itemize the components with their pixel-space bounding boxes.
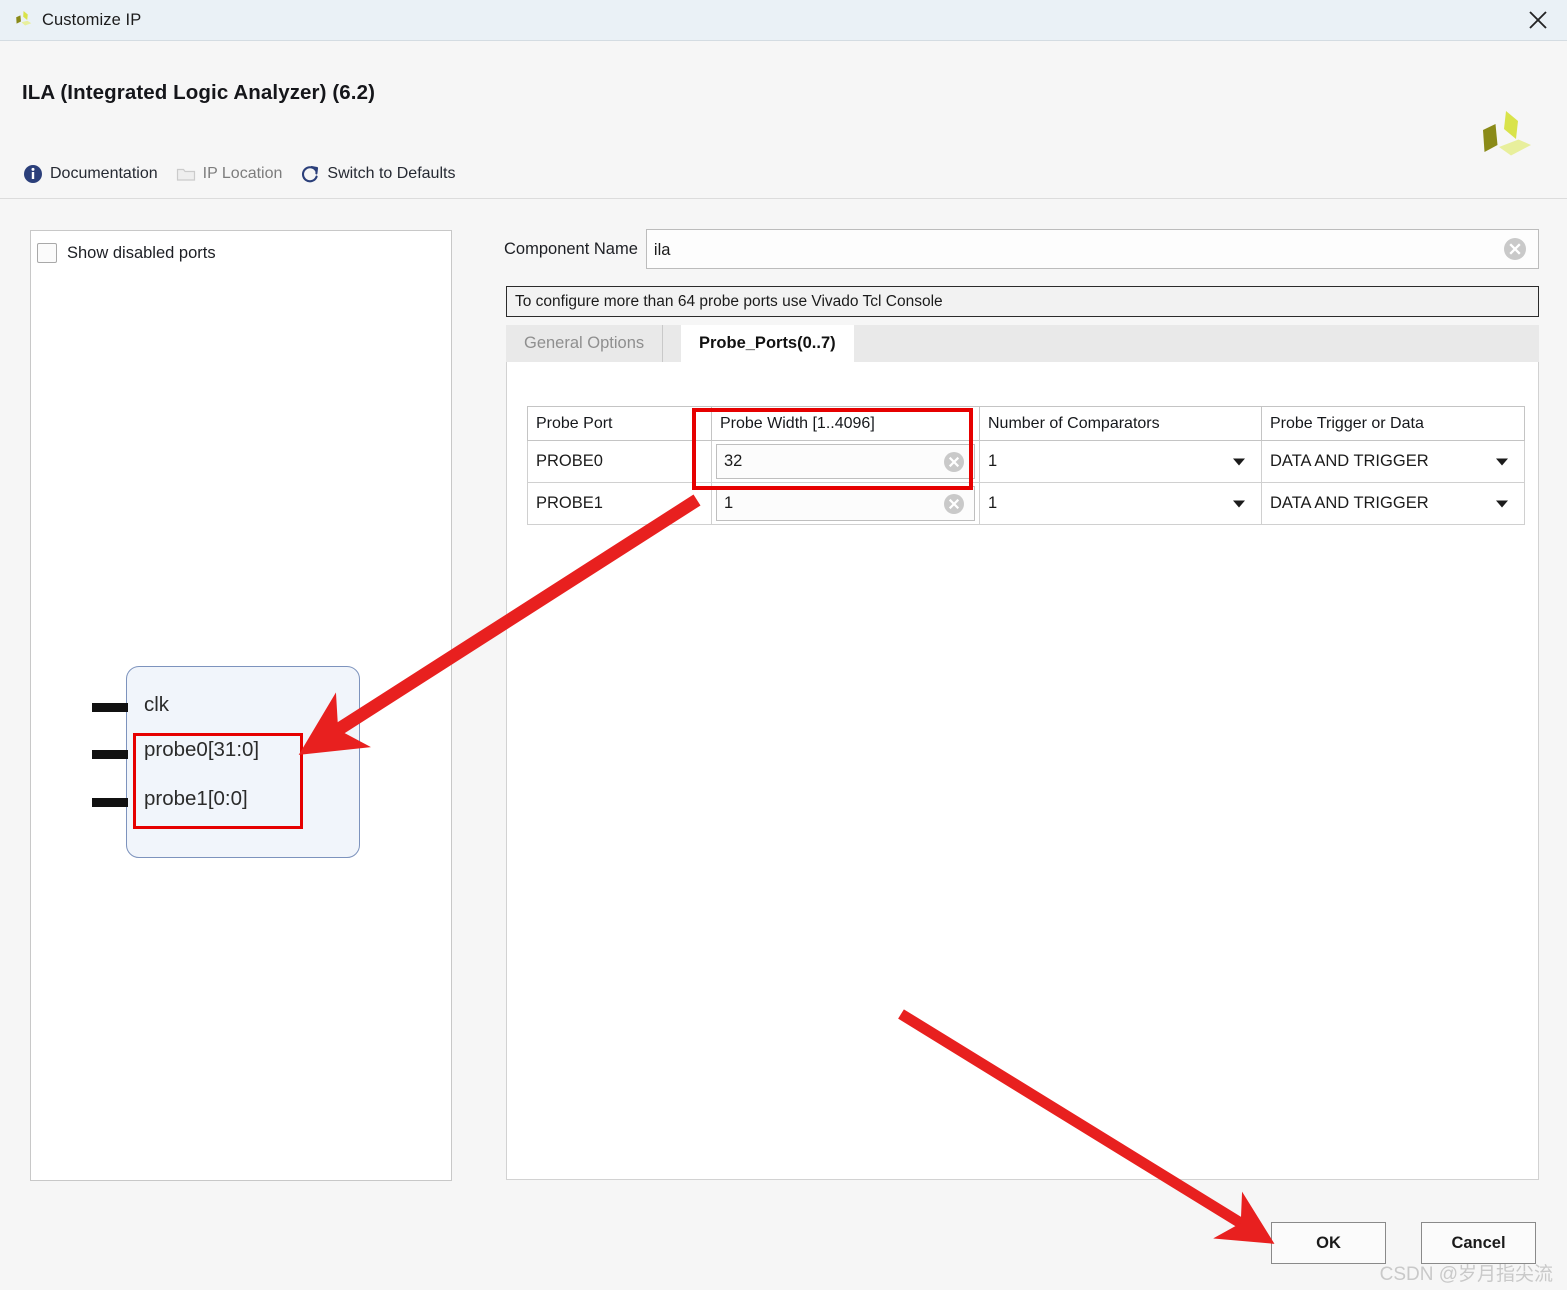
window-title: Customize IP [42,10,142,29]
switch-to-defaults-button[interactable]: Switch to Defaults [291,161,464,187]
window-titlebar: Customize IP [0,0,1567,41]
probe-width-field[interactable] [716,444,975,479]
probe-width-field[interactable] [716,486,975,521]
table-row: PROBE1 1 1 DATA AND TRIGGER [527,482,1525,525]
port-label-probe0: probe0[31:0] [144,738,260,761]
info-icon [23,164,43,184]
table-header-row: Probe Port Probe Width [1..4096] Number … [527,406,1525,441]
dialog-footer: OK Cancel CSDN @岁月指尖流 [0,1199,1567,1290]
trigger-or-data-dropdown[interactable]: DATA AND TRIGGER [1262,441,1524,482]
cell-trigger-or-data[interactable]: DATA AND TRIGGER [1261,440,1525,483]
ip-location-label: IP Location [202,165,283,182]
component-name-input[interactable] [646,230,1501,270]
port-label-probe1: probe1[0:0] [144,787,248,810]
tab-strip: General Options Probe_Ports(0..7) [506,325,1539,363]
tab-probe-ports-label: Probe_Ports(0..7) [699,334,836,352]
clear-icon[interactable] [1502,236,1528,262]
tab-general-options-label: General Options [524,334,645,352]
ok-button[interactable]: OK [1271,1222,1386,1264]
tab-probe-ports[interactable]: Probe_Ports(0..7) [681,325,854,362]
clear-icon[interactable] [942,450,966,474]
header-toolbar: Documentation IP Location Switch to Defa… [14,161,464,187]
ip-config-panel: Component Name To configure more than 64… [504,229,1539,1182]
pin-probe0 [92,750,128,759]
info-message-text: To configure more than 64 probe ports us… [515,292,943,310]
trigger-or-data-dropdown[interactable]: DATA AND TRIGGER [1262,483,1524,524]
probe-width-input[interactable] [717,486,943,521]
probe-port-name: PROBE1 [536,494,603,512]
cell-probe-port: PROBE1 [527,482,712,525]
table-row: PROBE0 32 1 DATA AND TRIGGER [527,440,1525,483]
ip-location-button[interactable]: IP Location [167,161,292,187]
xilinx-logo-small [12,9,34,31]
probe-ports-tab-panel: Probe Port Probe Width [1..4096] Number … [506,362,1539,1180]
switch-to-defaults-label: Switch to Defaults [327,165,456,182]
cancel-button[interactable]: Cancel [1421,1222,1536,1264]
column-header-trigger-or-data: Probe Trigger or Data [1261,406,1525,441]
num-comparators-value: 1 [988,494,998,512]
ip-block-diagram: clk probe0[31:0] probe1[0:0] [92,666,360,858]
num-comparators-dropdown[interactable]: 1 [980,483,1261,524]
component-name-row: Component Name [504,229,1539,270]
tab-general-options[interactable]: General Options [506,325,664,362]
probe-port-name: PROBE0 [536,452,603,470]
close-icon[interactable] [1509,0,1567,40]
probe-width-input[interactable] [717,444,943,479]
clear-icon[interactable] [942,492,966,516]
num-comparators-dropdown[interactable]: 1 [980,441,1261,482]
pin-clk [92,703,128,712]
info-message-bar: To configure more than 64 probe ports us… [506,286,1539,317]
pin-probe1 [92,798,128,807]
refresh-icon [300,164,320,184]
trigger-or-data-value: DATA AND TRIGGER [1270,494,1429,512]
trigger-or-data-value: DATA AND TRIGGER [1270,452,1429,470]
documentation-label: Documentation [50,165,158,182]
page-title: ILA (Integrated Logic Analyzer) (6.2) [22,81,376,104]
ip-symbol-panel: Show disabled ports clk probe0[31:0] pro… [30,230,452,1181]
watermark: CSDN @岁月指尖流 [1379,1264,1553,1285]
folder-icon [176,164,196,184]
checkbox-box [37,243,57,263]
cell-num-comparators[interactable]: 1 [979,482,1262,525]
chevron-down-icon [1233,500,1245,507]
show-disabled-ports-label: Show disabled ports [67,243,216,262]
column-header-probe-width: Probe Width [1..4096] [711,406,980,441]
ip-header: ILA (Integrated Logic Analyzer) (6.2) Do… [0,41,1567,199]
column-header-probe-port: Probe Port [527,406,712,441]
cell-probe-port: PROBE0 [527,440,712,483]
cell-probe-width[interactable] [711,440,980,483]
dialog-body: Show disabled ports clk probe0[31:0] pro… [0,199,1567,1199]
documentation-button[interactable]: Documentation [14,161,167,187]
component-name-field[interactable] [645,229,1539,270]
show-disabled-ports-checkbox[interactable]: Show disabled ports [37,243,216,263]
cell-probe-width[interactable] [711,482,980,525]
chevron-down-icon [1496,458,1508,465]
chevron-down-icon [1233,458,1245,465]
port-label-clk: clk [144,693,170,716]
xilinx-logo [1478,109,1534,161]
cell-num-comparators[interactable]: 1 [979,440,1262,483]
num-comparators-value: 1 [988,452,998,470]
cell-trigger-or-data[interactable]: DATA AND TRIGGER [1261,482,1525,525]
probe-ports-table: Probe Port Probe Width [1..4096] Number … [527,406,1525,525]
chevron-down-icon [1496,500,1508,507]
column-header-num-comparators: Number of Comparators [979,406,1262,441]
component-name-label: Component Name [504,239,638,258]
